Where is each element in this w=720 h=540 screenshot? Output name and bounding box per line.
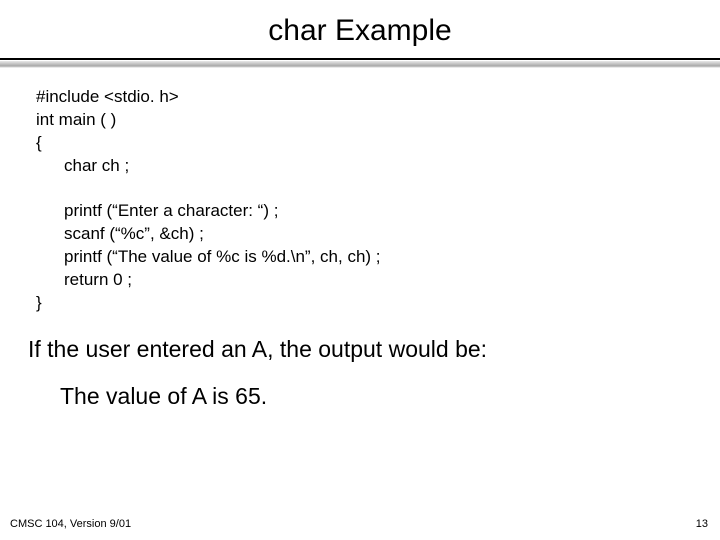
code-line: #include <stdio. h>	[36, 86, 720, 109]
code-line: scanf (“%c”, &ch) ;	[36, 223, 720, 246]
footer-page-number: 13	[696, 518, 708, 530]
output-text: The value of A is 65.	[0, 363, 720, 410]
code-line: }	[36, 292, 720, 315]
title-divider	[0, 58, 720, 68]
code-line: printf (“The value of %c is %d.\n”, ch, …	[36, 246, 720, 269]
code-block: #include <stdio. h> int main ( ) { char …	[0, 68, 720, 314]
code-line: printf (“Enter a character: “) ;	[36, 200, 720, 223]
footer-course: CMSC 104, Version 9/01	[10, 518, 131, 530]
code-line: return 0 ;	[36, 269, 720, 292]
code-line: {	[36, 132, 720, 155]
code-line: char ch ;	[36, 155, 720, 178]
code-line: int main ( )	[36, 109, 720, 132]
explanation-text: If the user entered an A, the output wou…	[0, 314, 720, 363]
blank-line	[36, 178, 720, 200]
slide: char Example #include <stdio. h> int mai…	[0, 0, 720, 540]
slide-title: char Example	[0, 0, 720, 58]
